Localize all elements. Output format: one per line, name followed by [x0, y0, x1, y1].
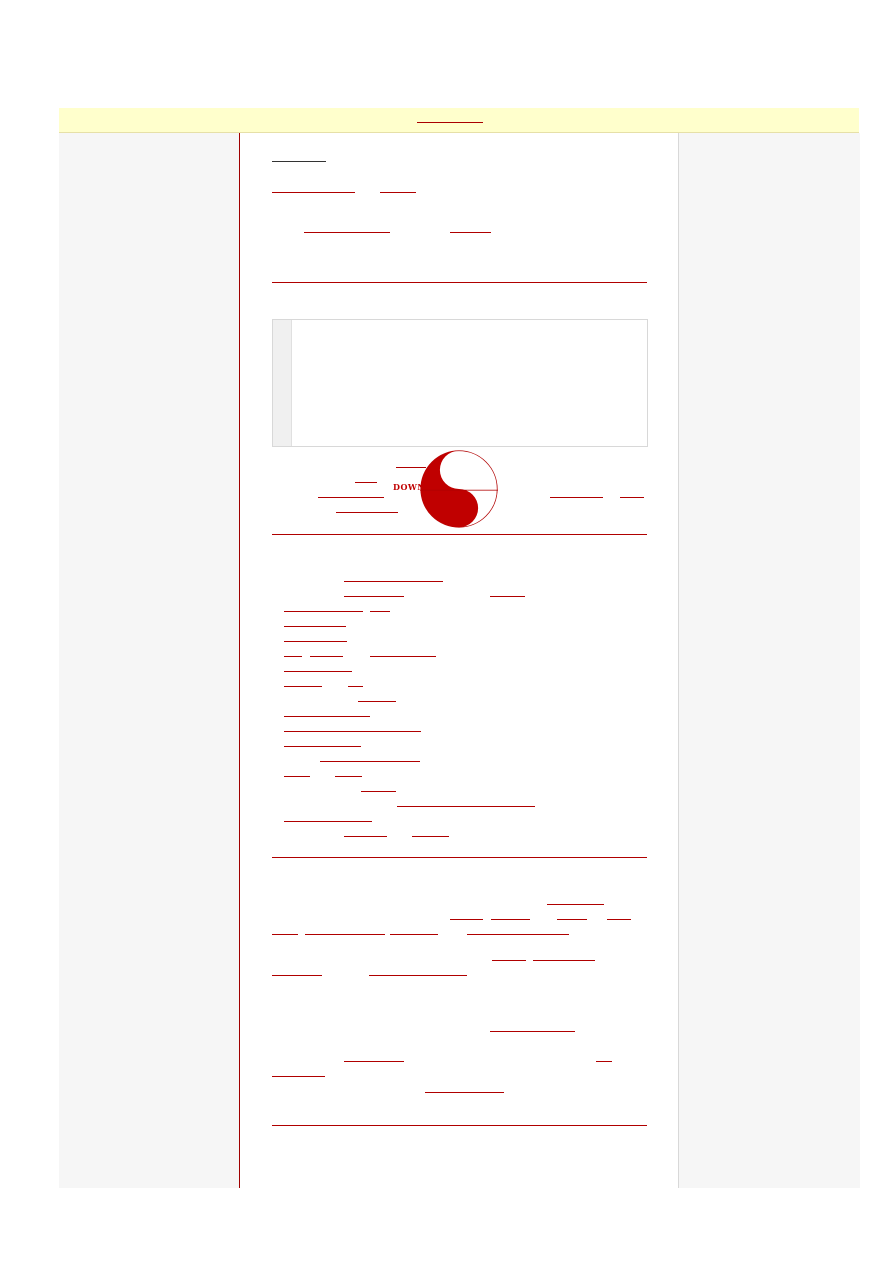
right-sidebar [678, 133, 860, 1188]
nav-link[interactable] [304, 232, 390, 233]
header-link[interactable] [272, 161, 326, 162]
list-link[interactable] [284, 776, 310, 777]
list-link[interactable] [284, 611, 363, 612]
list-link[interactable] [284, 641, 347, 642]
top-notice-bar [59, 108, 859, 133]
list-link[interactable] [284, 821, 372, 822]
banner-link[interactable] [355, 482, 377, 483]
inline-link[interactable] [344, 1061, 404, 1062]
left-sidebar [59, 133, 239, 1188]
nav-link[interactable] [450, 232, 491, 233]
list-link[interactable] [284, 731, 421, 732]
inline-link[interactable] [450, 919, 483, 920]
code-gutter [273, 320, 292, 446]
list-link[interactable] [490, 596, 525, 597]
inline-link[interactable] [369, 975, 467, 976]
list-link[interactable] [284, 716, 370, 717]
inline-link[interactable] [547, 904, 604, 905]
section-divider [272, 534, 647, 535]
inline-link[interactable] [492, 960, 526, 961]
inline-link[interactable] [272, 975, 322, 976]
list-link[interactable] [348, 686, 363, 687]
banner-link[interactable] [550, 497, 603, 498]
inline-link[interactable] [533, 960, 595, 961]
nav-link[interactable] [272, 192, 355, 193]
inline-link[interactable] [425, 1092, 504, 1093]
top-notice-link[interactable] [417, 122, 483, 123]
list-link[interactable] [358, 701, 396, 702]
list-link[interactable] [284, 686, 322, 687]
list-link[interactable] [397, 806, 535, 807]
list-link[interactable] [361, 791, 396, 792]
main-content [240, 133, 678, 1188]
banner-link[interactable] [620, 497, 644, 498]
inline-link[interactable] [557, 919, 587, 920]
inline-link[interactable] [390, 934, 438, 935]
list-link[interactable] [284, 656, 302, 657]
nav-link[interactable] [380, 192, 416, 193]
inline-link[interactable] [490, 1031, 575, 1032]
yin-yang-icon[interactable] [420, 450, 498, 528]
section-divider [272, 282, 647, 283]
list-link[interactable] [370, 611, 390, 612]
inline-link[interactable] [305, 934, 385, 935]
list-link[interactable] [370, 656, 436, 657]
list-link[interactable] [284, 671, 352, 672]
inline-link[interactable] [607, 919, 631, 920]
banner-link[interactable] [336, 512, 398, 513]
list-link[interactable] [335, 776, 362, 777]
list-link[interactable] [310, 656, 343, 657]
section-divider [272, 1125, 647, 1126]
code-box [272, 319, 648, 447]
inline-link[interactable] [272, 1076, 325, 1077]
banner-link[interactable] [318, 497, 384, 498]
list-link[interactable] [344, 581, 443, 582]
inline-link[interactable] [272, 934, 298, 935]
list-link[interactable] [344, 836, 387, 837]
list-link[interactable] [320, 761, 420, 762]
inline-link[interactable] [467, 934, 569, 935]
list-link[interactable] [284, 746, 361, 747]
list-link[interactable] [344, 596, 404, 597]
inline-link[interactable] [596, 1061, 612, 1062]
section-divider [272, 857, 647, 858]
list-link[interactable] [412, 836, 449, 837]
list-link[interactable] [284, 626, 346, 627]
inline-link[interactable] [491, 919, 530, 920]
